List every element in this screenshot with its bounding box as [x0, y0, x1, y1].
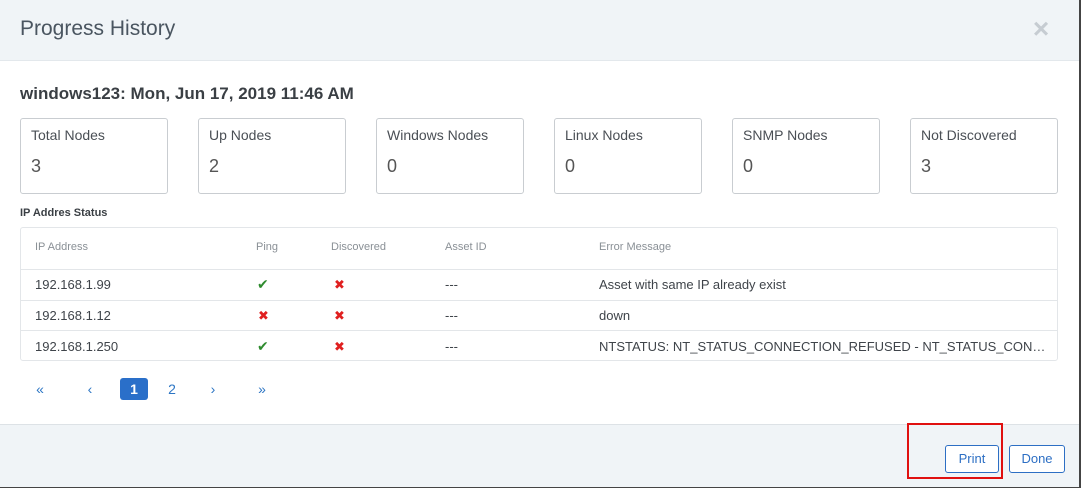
column-header-ping: Ping: [256, 241, 279, 253]
stat-label: Not Discovered: [921, 127, 1017, 143]
stat-card-windows-nodes: Windows Nodes 0: [376, 118, 524, 194]
cell-ip-address: 192.168.1.12: [35, 308, 111, 323]
stat-value: 3: [31, 156, 42, 176]
cell-error-message: NTSTATUS: NT_STATUS_CONNECTION_REFUSED -…: [599, 339, 1049, 354]
cell-ip-address: 192.168.1.250: [35, 339, 119, 354]
row-divider: [21, 269, 1057, 270]
cross-icon: ✖: [334, 339, 345, 354]
cross-icon: ✖: [258, 308, 269, 323]
stat-value: 3: [921, 156, 932, 176]
stat-label: Linux Nodes: [565, 127, 643, 143]
stat-label: SNMP Nodes: [743, 127, 828, 143]
done-button[interactable]: Done: [1009, 445, 1065, 473]
stat-value: 0: [565, 156, 576, 176]
cell-asset-id: ---: [445, 277, 458, 292]
pagination-page-1[interactable]: 1: [120, 378, 148, 400]
row-divider: [21, 300, 1057, 301]
pagination-prev-icon[interactable]: ‹: [80, 378, 100, 400]
progress-history-modal: Progress History × windows123: Mon, Jun …: [0, 0, 1081, 488]
cross-icon: ✖: [334, 277, 345, 292]
stat-label: Up Nodes: [209, 127, 272, 143]
run-subtitle: windows123: Mon, Jun 17, 2019 11:46 AM: [20, 84, 354, 103]
stat-value: 0: [743, 156, 754, 176]
stat-card-snmp-nodes: SNMP Nodes 0: [732, 118, 880, 194]
close-icon[interactable]: ×: [1028, 15, 1054, 43]
check-icon: ✔: [257, 276, 269, 292]
pagination-first-icon[interactable]: «: [30, 378, 50, 400]
cross-icon: ✖: [334, 308, 345, 323]
ip-status-section-label: IP Addres Status: [20, 207, 108, 219]
column-header-ip-address: IP Address: [35, 241, 88, 253]
modal-title: Progress History: [20, 17, 176, 40]
stat-card-not-discovered: Not Discovered 3: [910, 118, 1058, 194]
stat-card-total-nodes: Total Nodes 3: [20, 118, 168, 194]
pagination-next-icon[interactable]: ›: [203, 378, 223, 400]
cell-asset-id: ---: [445, 339, 458, 354]
column-header-discovered: Discovered: [331, 241, 387, 253]
cell-asset-id: ---: [445, 308, 458, 323]
cell-error-message: Asset with same IP already exist: [599, 277, 786, 292]
print-highlight-box: [907, 423, 1003, 479]
stat-label: Total Nodes: [31, 127, 105, 143]
check-icon: ✔: [257, 338, 269, 354]
column-header-error-message: Error Message: [599, 241, 672, 253]
cell-error-message: down: [599, 308, 631, 323]
modal-header: Progress History ×: [0, 0, 1079, 61]
stat-card-linux-nodes: Linux Nodes 0: [554, 118, 702, 194]
cell-ip-address: 192.168.1.99: [35, 277, 111, 292]
row-divider: [21, 330, 1057, 331]
pagination-page-2[interactable]: 2: [162, 378, 182, 400]
pagination-last-icon[interactable]: »: [252, 378, 272, 400]
stat-card-up-nodes: Up Nodes 2: [198, 118, 346, 194]
stat-value: 2: [209, 156, 220, 176]
column-header-asset-id: Asset ID: [445, 241, 487, 253]
stat-value: 0: [387, 156, 398, 176]
stat-label: Windows Nodes: [387, 127, 489, 143]
